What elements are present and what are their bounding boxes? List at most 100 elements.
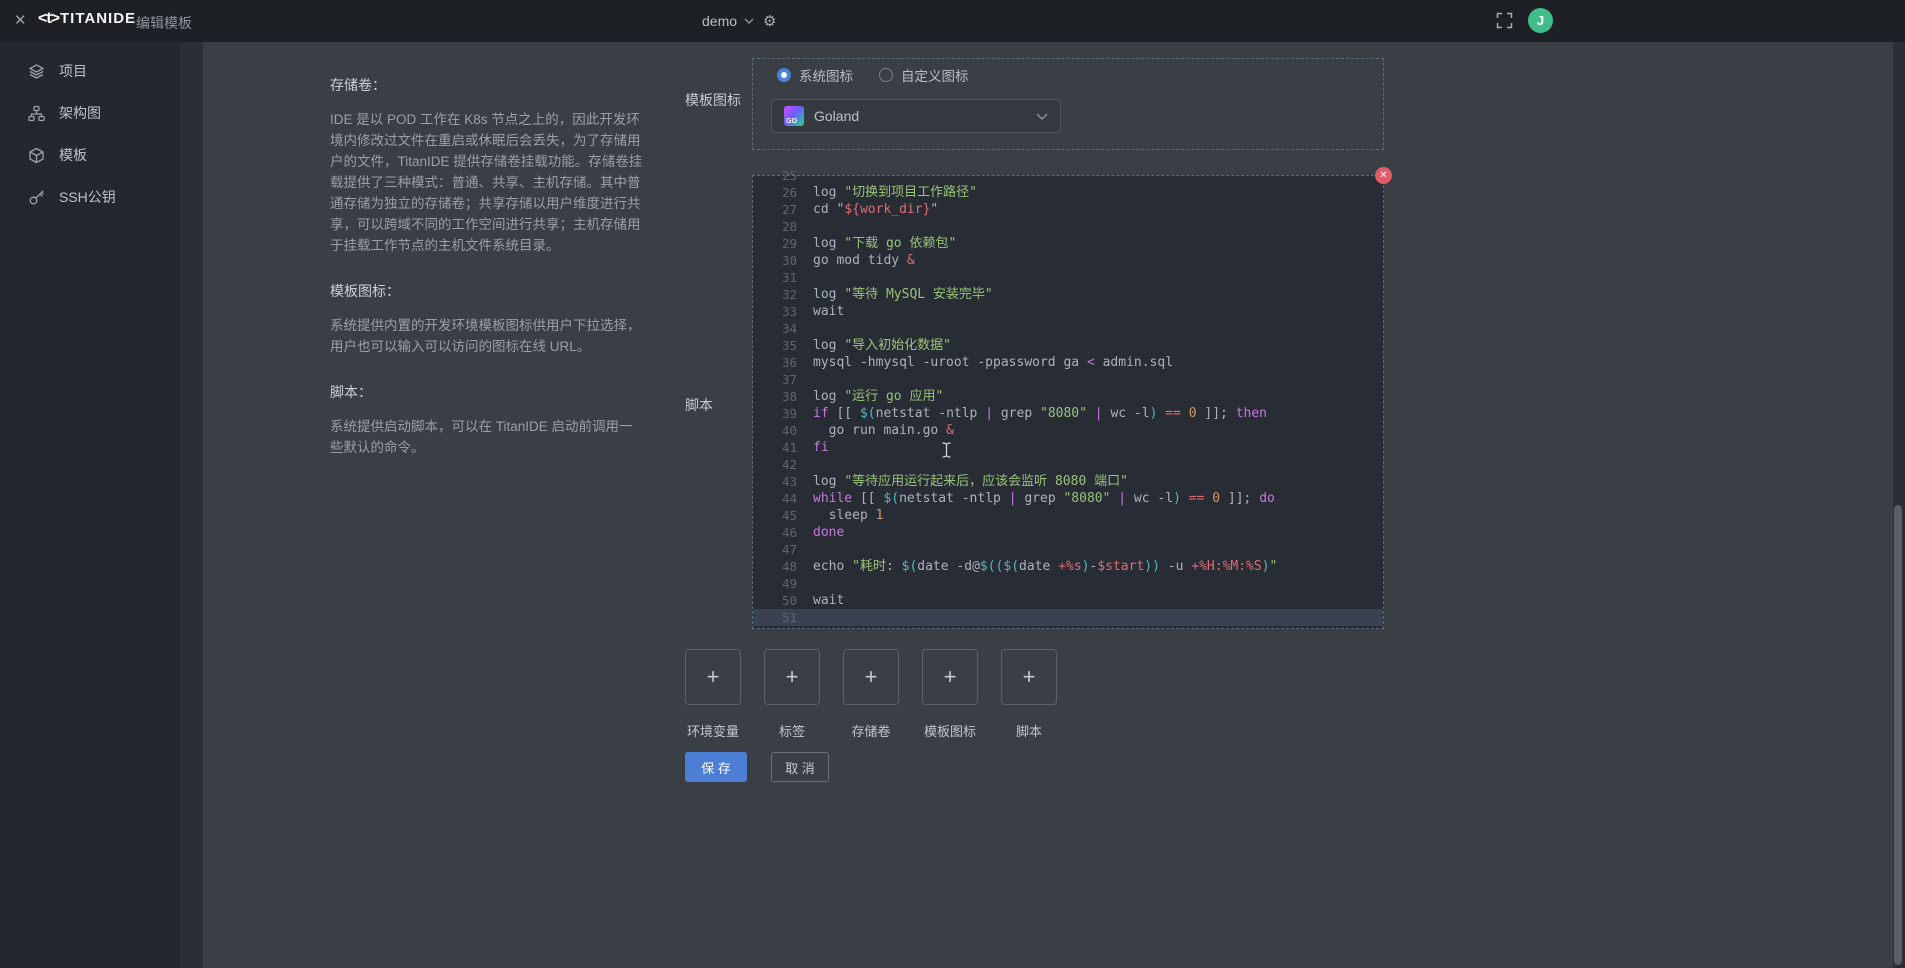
script-editor[interactable]: ✕ 2526log "切换到项目工作路径"27cd "${work_dir}"2… <box>752 175 1384 629</box>
line-number: 47 <box>753 541 797 558</box>
sidebar-item-label: 项目 <box>59 61 87 81</box>
line-number: 34 <box>753 320 797 337</box>
cube-icon <box>28 147 45 164</box>
topbar: ✕ <t> TITANIDE 编辑模板 demo ⚙ J <box>0 0 1905 42</box>
chevron-down-icon <box>744 18 754 24</box>
doc-body-script: 系统提供启动脚本，可以在 TitanIDE 启动前调用一些默认的命令。 <box>330 416 646 458</box>
line-number: 50 <box>753 592 797 609</box>
add-col-volume: + 存储卷 <box>843 649 899 740</box>
line-number: 49 <box>753 575 797 592</box>
add-env-var-label: 环境变量 <box>687 721 739 740</box>
sidebar-item-architecture[interactable]: 架构图 <box>0 92 180 134</box>
add-col-env: + 环境变量 <box>685 649 741 740</box>
radio-selected-icon <box>777 68 791 82</box>
doc-body-icon: 系统提供内置的开发环境模板图标供用户下拉选择，用户也可以输入可以访问的图标在线 … <box>330 315 646 357</box>
add-template-icon-button[interactable]: + <box>922 649 978 705</box>
doc-title-volume: 存储卷： <box>330 75 646 95</box>
line-number: 27 <box>753 201 797 218</box>
add-volume-button[interactable]: + <box>843 649 899 705</box>
form-actions: 保 存 取 消 <box>685 752 829 782</box>
add-section-row: + 环境变量 + 标签 + 存储卷 + 模板图标 + 脚本 <box>685 649 1057 740</box>
workspace-select[interactable]: demo <box>702 13 754 29</box>
script-field-label: 脚本 <box>685 395 713 415</box>
doc-section: 模板图标： 系统提供内置的开发环境模板图标供用户下拉选择，用户也可以输入可以访问… <box>330 281 646 357</box>
add-tag-label: 标签 <box>779 721 805 740</box>
code-line: 47 <box>753 541 1383 558</box>
doc-title-script: 脚本： <box>330 382 646 402</box>
gear-icon[interactable]: ⚙ <box>763 12 776 30</box>
code-line: 38log "运行 go 应用" <box>753 388 1383 405</box>
add-script-label: 脚本 <box>1016 721 1042 740</box>
code-line: 27cd "${work_dir}" <box>753 201 1383 218</box>
close-icon[interactable]: ✕ <box>14 12 27 30</box>
sidebar-item-projects[interactable]: 项目 <box>0 50 180 92</box>
radio-custom-label: 自定义图标 <box>901 65 969 85</box>
line-number: 46 <box>753 524 797 541</box>
doc-section: 脚本： 系统提供启动脚本，可以在 TitanIDE 启动前调用一些默认的命令。 <box>330 382 646 458</box>
plus-icon: + <box>707 664 720 690</box>
doc-section: 存储卷： IDE 是以 POD 工作在 K8s 节点之上的，因此开发环境内修改过… <box>330 75 646 256</box>
line-number: 33 <box>753 303 797 320</box>
radio-system-icon[interactable]: 系统图标 <box>777 65 853 85</box>
line-number: 41 <box>753 439 797 456</box>
code-line: 45 sleep 1 <box>753 507 1383 524</box>
plus-icon: + <box>786 664 799 690</box>
code-line: 39if [[ $(netstat -ntlp | grep "8080" | … <box>753 405 1383 422</box>
line-number: 35 <box>753 337 797 354</box>
page-title: 编辑模板 <box>136 13 192 33</box>
code-line: 51 <box>753 609 1383 626</box>
edit-template-panel: 存储卷： IDE 是以 POD 工作在 K8s 节点之上的，因此开发环境内修改过… <box>203 42 1893 968</box>
cancel-button[interactable]: 取 消 <box>771 752 829 782</box>
text-cursor-icon <box>941 442 952 463</box>
brand-logo: <t> TITANIDE <box>38 10 136 28</box>
brand-mark: <t> <box>38 10 59 28</box>
code-line: 36mysql -hmysql -uroot -ppassword ga < a… <box>753 354 1383 371</box>
remove-script-button[interactable]: ✕ <box>1375 167 1392 184</box>
fullscreen-icon[interactable] <box>1496 12 1513 34</box>
icon-select-value: Goland <box>814 108 1026 124</box>
doc-body-volume: IDE 是以 POD 工作在 K8s 节点之上的，因此开发环境内修改过文件在重启… <box>330 109 646 256</box>
code-line: 25 <box>753 167 1383 184</box>
save-button[interactable]: 保 存 <box>685 752 747 782</box>
radio-custom-icon[interactable]: 自定义图标 <box>879 65 969 85</box>
line-number: 43 <box>753 473 797 490</box>
line-number: 42 <box>753 456 797 473</box>
template-icon-field-label: 模板图标 <box>685 90 741 110</box>
key-icon <box>28 189 45 206</box>
avatar[interactable]: J <box>1528 8 1553 33</box>
icon-select[interactable]: GO Goland <box>771 99 1061 133</box>
chevron-down-icon <box>1036 113 1048 120</box>
code-line: 30go mod tidy & <box>753 252 1383 269</box>
line-number: 32 <box>753 286 797 303</box>
page-scrollbar-thumb[interactable] <box>1894 505 1902 965</box>
plus-icon: + <box>944 664 957 690</box>
line-number: 38 <box>753 388 797 405</box>
layers-icon <box>28 63 45 80</box>
code-line: 43log "等待应用运行起来后，应该会监听 8080 端口" <box>753 473 1383 490</box>
sidebar-item-label: SSH公钥 <box>59 187 116 207</box>
sidebar-item-label: 模板 <box>59 145 87 165</box>
code-line: 26log "切换到项目工作路径" <box>753 184 1383 201</box>
code-line: 34 <box>753 320 1383 337</box>
sidebar-item-label: 架构图 <box>59 103 101 123</box>
goland-logo-text: GO <box>786 118 797 125</box>
line-number: 29 <box>753 235 797 252</box>
line-number: 30 <box>753 252 797 269</box>
add-col-tag: + 标签 <box>764 649 820 740</box>
code-line: 37 <box>753 371 1383 388</box>
line-number: 39 <box>753 405 797 422</box>
template-icon-section: 系统图标 自定义图标 GO Goland <box>752 58 1384 150</box>
add-template-icon-label: 模板图标 <box>924 721 976 740</box>
code-line: 33wait <box>753 303 1383 320</box>
code-line: 40 go run main.go & <box>753 422 1383 439</box>
add-tag-button[interactable]: + <box>764 649 820 705</box>
sidebar-item-ssh-keys[interactable]: SSH公钥 <box>0 176 180 218</box>
sidebar-item-templates[interactable]: 模板 <box>0 134 180 176</box>
icon-type-radio-group: 系统图标 自定义图标 <box>777 65 969 85</box>
add-script-button[interactable]: + <box>1001 649 1057 705</box>
line-number: 44 <box>753 490 797 507</box>
brand-name: TITANIDE <box>60 10 136 27</box>
radio-system-label: 系统图标 <box>799 65 853 85</box>
code-line: 49 <box>753 575 1383 592</box>
add-env-var-button[interactable]: + <box>685 649 741 705</box>
